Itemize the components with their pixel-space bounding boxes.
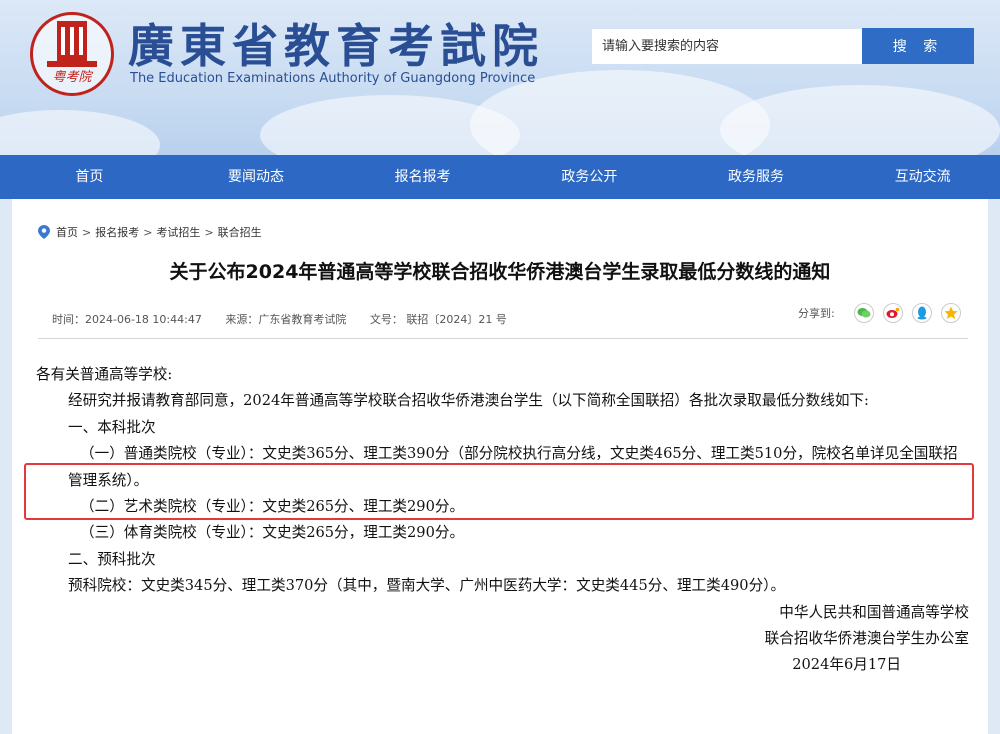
breadcrumb-item-registration[interactable]: 报名报考 [95,224,139,240]
nav-item-gov-affairs[interactable]: 政务公开 [512,155,667,199]
share-bar: 分享到: [798,303,961,323]
item-sports-colleges: （三）体育类院校（专业）：文史类265分，理工类290分。 [80,524,465,542]
meta-divider [38,338,968,339]
breadcrumb: 首页 > 报名报考 > 考试招生 > 联合招生 [38,224,262,240]
breadcrumb-separator: > [143,225,153,239]
nav-item-gov-services[interactable]: 政务服务 [679,155,834,199]
site-title[interactable]: 廣東省教育考試院 [128,10,544,73]
section-undergraduate: 一、本科批次 [68,418,156,436]
site-header: 粤考院 廣東省教育考試院 The Education Examinations … [0,0,1000,155]
search-input[interactable] [592,29,862,64]
share-label: 分享到: [798,307,835,320]
seal-building-icon: 粤考院 [47,21,97,85]
header-cloud [720,85,1000,155]
article-title: 关于公布2024年普通高等学校联合招收华侨港澳台学生录取最低分数线的通知 [169,261,831,283]
header-cloud [0,110,160,155]
article-doc-number: 文号： 联招〔2024〕21 号 [369,313,507,326]
highlight-annotation-box [24,463,974,520]
breadcrumb-separator: > [204,225,214,239]
signature-date: 2024年6月17日 [792,656,901,674]
weibo-icon[interactable] [882,303,903,323]
qzone-icon[interactable] [940,303,961,323]
nav-item-news[interactable]: 要闻动态 [179,155,334,199]
nav-item-registration[interactable]: 报名报考 [345,155,500,199]
article-meta: 时间：2024-06-18 10:44:47 来源：广东省教育考试院 文号： 联… [52,311,527,327]
qq-icon[interactable] [911,303,932,323]
intro-paragraph: 经研究并报请教育部同意，2024年普通高等学校联合招收华侨港澳台学生（以下简称全… [68,392,869,410]
salutation: 各有关普通高等学校: [36,366,173,383]
article-body: 各有关普通高等学校: 经研究并报请教育部同意，2024年普通高等学校联合招收华侨… [36,362,971,679]
site-logo-seal[interactable]: 粤考院 [30,12,114,96]
site-title-en: The Education Examinations Authority of … [130,71,536,86]
nav-item-interaction[interactable]: 互动交流 [845,155,1000,199]
article-time: 时间：2024-06-18 10:44:47 [52,313,202,326]
section-preparatory: 二、预科批次 [68,550,156,568]
nav-item-home[interactable]: 首页 [12,155,167,199]
main-nav: 首页 要闻动态 报名报考 政务公开 政务服务 互动交流 [0,155,1000,199]
breadcrumb-item-exam-enrollment[interactable]: 考试招生 [156,224,200,240]
breadcrumb-separator: > [82,225,92,239]
signature-line-1: 中华人民共和国普通高等学校 [779,603,969,621]
search-button[interactable]: 搜 索 [862,28,974,64]
wechat-icon[interactable] [853,303,874,323]
signature-line-2: 联合招收华侨港澳台学生办公室 [764,630,969,648]
article-source: 来源：广东省教育考试院 [225,313,347,326]
item-preparatory-colleges: 预科院校：文史类345分、理工类370分（其中，暨南大学、广州中医药大学：文史类… [68,577,786,595]
breadcrumb-item-joint-enrollment[interactable]: 联合招生 [218,224,262,240]
location-pin-icon [38,225,50,239]
breadcrumb-item-home[interactable]: 首页 [56,224,78,240]
seal-text: 粤考院 [52,69,93,85]
